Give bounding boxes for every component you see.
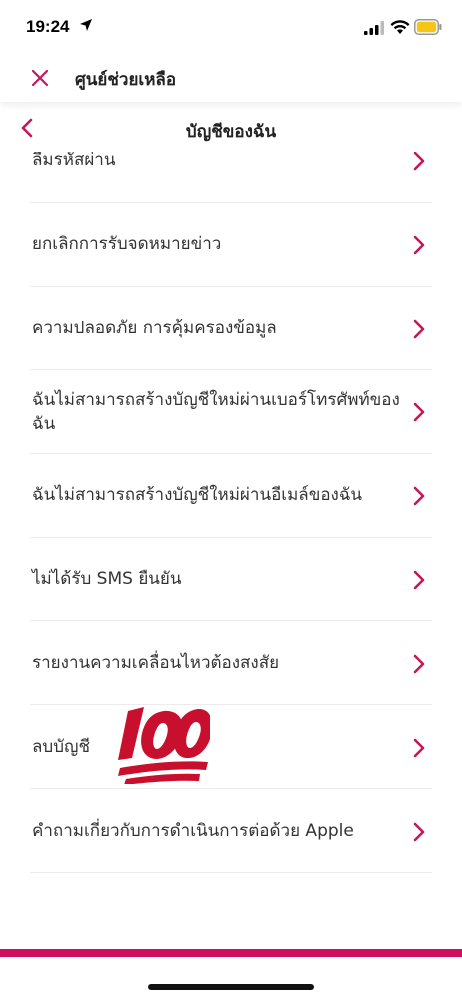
chevron-right-icon [413,235,425,255]
status-time: 19:24 [26,17,70,36]
list-item[interactable]: รายงานความเคลื่อนไหวต้องสงสัย [0,621,462,705]
screen: 19:24 ศูนย์ช่วยเหลือ บัญชีของฉัน ลืมรหัส… [0,0,462,1000]
list-item[interactable]: ฉันไม่สามารถสร้างบัญชีใหม่ผ่านอีเมล์ของฉ… [0,454,462,538]
hundred-points-icon [118,707,210,784]
list-item-label: ลบบัญชี [32,737,91,757]
chevron-right-icon [413,151,425,171]
chevron-right-icon [413,570,425,590]
list-item[interactable]: ความปลอดภัย การคุ้มครองข้อมูล [0,287,462,370]
cellular-signal-icon [364,21,384,35]
list-item-label: รายงานความเคลื่อนไหวต้องสงสัย [32,653,280,673]
page-title: บัญชีของฉัน [185,122,277,142]
wifi-icon [390,20,410,34]
list-item[interactable]: ไม่ได้รับ SMS ยืนยัน [0,538,462,621]
chevron-left-icon[interactable] [16,116,38,140]
nav-bar: บัญชีของฉัน [0,104,462,152]
list-item[interactable]: ฉันไม่สามารถสร้างบัญชีใหม่ผ่านเบอร์โทรศั… [0,370,462,454]
bottom-accent-bar [0,949,462,957]
chevron-right-icon [413,319,425,339]
battery-icon [414,19,442,35]
chevron-right-icon [413,822,425,842]
help-center-header: ศูนย์ช่วยเหลือ [0,54,462,102]
status-bar: 19:24 [0,0,462,54]
list-item-label: ความปลอดภัย การคุ้มครองข้อมูล [32,318,277,338]
chevron-right-icon [413,738,425,758]
list-item[interactable]: คำถามเกี่ยวกับการดำเนินการต่อด้วย Apple [0,789,462,873]
help-topic-list: ลืมรหัสผ่าน ยกเลิกการรับจดหมายข่าว ความป… [0,118,462,873]
chevron-right-icon [413,402,425,422]
list-item-label: ฉันไม่สามารถสร้างบัญชีใหม่ผ่านอีเมล์ของฉ… [32,485,363,505]
divider [30,872,432,873]
list-item[interactable]: ลบบัญชี [0,705,462,789]
list-item-label: ฉันไม่สามารถสร้างบัญชีใหม่ผ่านเบอร์โทรศั… [32,390,400,434]
list-item-label: ยกเลิกการรับจดหมายข่าว [32,234,222,254]
list-item-label: คำถามเกี่ยวกับการดำเนินการต่อด้วย Apple [32,821,354,841]
list-item[interactable]: ยกเลิกการรับจดหมายข่าว [0,203,462,287]
close-icon[interactable] [28,66,52,90]
chevron-right-icon [413,486,425,506]
list-item-label: ไม่ได้รับ SMS ยืนยัน [32,569,182,589]
chevron-right-icon [413,654,425,674]
home-indicator[interactable] [148,984,314,990]
location-arrow-icon [80,19,92,31]
help-center-title: ศูนย์ช่วยเหลือ [75,70,177,90]
